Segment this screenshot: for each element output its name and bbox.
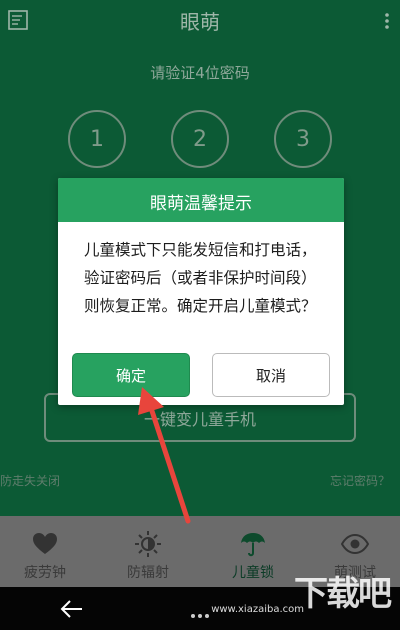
forgot-password-link[interactable]: 忘记密码？ — [330, 472, 390, 489]
app-bar: 眼萌 — [0, 0, 400, 40]
dialog-title: 眼萌温馨提示 — [150, 194, 252, 214]
confirm-dialog: 眼萌温馨提示 儿童模式下只能发短信和打电话，验证密码后（或者非保护时间段）则恢复… — [58, 178, 344, 405]
password-prompt: 请验证4位密码 — [150, 64, 250, 82]
tab-label: 疲劳钟 — [24, 565, 66, 581]
screen: 眼萌 请验证4位密码 1 2 3 4 5 6 一键变儿童手机 防走失关闭 忘记密… — [0, 0, 400, 630]
back-arrow-icon[interactable] — [60, 599, 84, 619]
watermark-url: www.xiazaiba.com — [211, 604, 304, 615]
tab-fatigue-clock[interactable]: 疲劳钟 — [5, 516, 85, 587]
anti-lost-toggle[interactable]: 防走失关闭 — [0, 472, 60, 489]
heart-icon — [33, 533, 57, 554]
tab-anti-radiation[interactable]: 防辐射 — [108, 516, 188, 587]
annotation-arrow-icon — [138, 387, 191, 524]
app-title: 眼萌 — [180, 10, 220, 34]
tab-label: 儿童锁 — [232, 565, 274, 581]
pin-key-2[interactable]: 2 — [171, 110, 229, 168]
pin-key-1[interactable]: 1 — [68, 110, 126, 168]
sun-icon — [135, 531, 161, 557]
tab-label: 防辐射 — [127, 565, 169, 581]
more-dots-icon[interactable] — [190, 613, 210, 619]
more-menu-icon[interactable] — [384, 12, 390, 30]
dialog-header: 眼萌温馨提示 — [58, 178, 344, 222]
umbrella-icon — [241, 533, 265, 557]
eye-icon — [341, 533, 369, 555]
dialog-message: 儿童模式下只能发短信和打电话，验证密码后（或者非保护时间段）则恢复正常。确定开启… — [84, 241, 317, 315]
pin-key-3[interactable]: 3 — [274, 110, 332, 168]
cancel-button[interactable]: 取消 — [212, 353, 330, 397]
tab-child-lock[interactable]: 儿童锁 — [213, 516, 293, 587]
watermark-logo: 下载吧 — [294, 574, 392, 614]
